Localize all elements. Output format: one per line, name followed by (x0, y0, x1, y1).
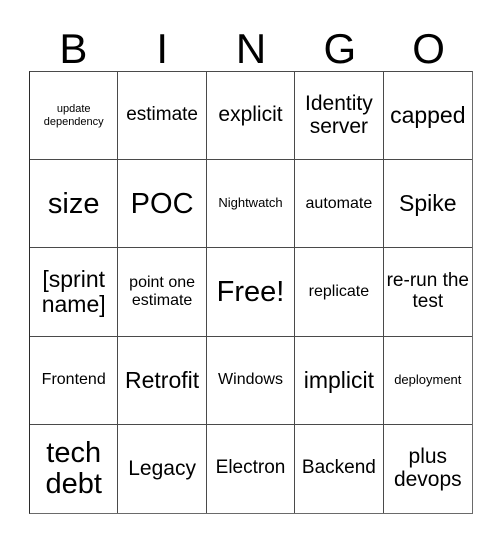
bingo-cell[interactable]: Identity server (295, 72, 384, 161)
bingo-cell[interactable]: Spike (383, 160, 472, 249)
bingo-cell[interactable]: Legacy (118, 424, 207, 513)
bingo-cell[interactable]: estimate (118, 72, 207, 161)
bingo-cell-label: automate (305, 194, 373, 212)
bingo-cell[interactable]: tech debt (30, 424, 119, 513)
bingo-cell[interactable]: [sprint name] (30, 248, 119, 337)
bingo-cell-label: explicit (218, 103, 283, 127)
bingo-cell-label: Frontend (41, 371, 106, 389)
bingo-cell[interactable]: Retrofit (118, 336, 207, 425)
bingo-card: B I N G O update dependency estimate exp… (0, 0, 500, 544)
bingo-cell-label: plus devops (393, 445, 462, 491)
bingo-cell[interactable]: plus devops (383, 424, 472, 513)
bingo-cell-label: Spike (399, 190, 457, 217)
bingo-cell-label: Backend (301, 457, 376, 479)
bingo-header-letter-o: O (412, 25, 445, 72)
bingo-cell[interactable]: explicit (206, 72, 296, 161)
bingo-free-space[interactable]: Free! (206, 248, 296, 337)
bingo-cell[interactable]: Electron (206, 424, 296, 513)
bingo-cell-label: Retrofit (125, 366, 200, 393)
bingo-cell-label: capped (390, 102, 466, 129)
bingo-cell-label: size (47, 187, 100, 220)
bingo-cell-label: estimate (126, 104, 198, 126)
bingo-cell-label: Legacy (128, 456, 196, 480)
bingo-cell-label: Windows (218, 371, 283, 389)
bingo-cell[interactable]: implicit (295, 336, 384, 425)
bingo-cell[interactable]: capped (383, 72, 472, 161)
bingo-cell-label: tech debt (45, 437, 102, 500)
bingo-cell[interactable]: automate (295, 160, 384, 249)
bingo-free-space-label: Free! (216, 275, 285, 308)
bingo-cell[interactable]: Windows (206, 336, 296, 425)
bingo-cell-label: implicit (303, 366, 375, 393)
bingo-cell-label: replicate (308, 283, 370, 301)
bingo-cell[interactable]: point one estimate (118, 248, 207, 337)
bingo-cell-label: Nightwatch (218, 195, 283, 211)
bingo-cell-label: re-run the test (386, 270, 469, 312)
bingo-cell[interactable]: POC (118, 160, 207, 249)
bingo-cell[interactable]: deployment (383, 336, 472, 425)
bingo-cell[interactable]: Nightwatch (206, 160, 296, 249)
bingo-cell-label: [sprint name] (41, 266, 106, 317)
bingo-grid: update dependency estimate explicit Iden… (29, 71, 473, 514)
bingo-header-letter-n: N (235, 25, 267, 72)
bingo-cell-label: Electron (215, 457, 286, 479)
bingo-header-letter-b: B (59, 25, 88, 72)
bingo-cell-label: update dependency (43, 102, 104, 128)
bingo-cell-label: Identity server (305, 91, 373, 138)
bingo-header-letter-i: I (156, 25, 169, 72)
bingo-cell-label: point one estimate (129, 274, 196, 309)
bingo-cell[interactable]: size (30, 160, 119, 249)
bingo-header-row: B I N G O (29, 18, 473, 70)
bingo-cell[interactable]: Frontend (30, 336, 119, 425)
bingo-cell[interactable]: update dependency (30, 72, 119, 161)
bingo-cell-label: deployment (394, 371, 462, 387)
bingo-header-letter-g: G (323, 25, 357, 72)
bingo-cell-label: POC (130, 187, 194, 220)
bingo-cell[interactable]: replicate (295, 248, 384, 337)
bingo-cell[interactable]: re-run the test (383, 248, 472, 337)
bingo-cell[interactable]: Backend (295, 424, 384, 513)
